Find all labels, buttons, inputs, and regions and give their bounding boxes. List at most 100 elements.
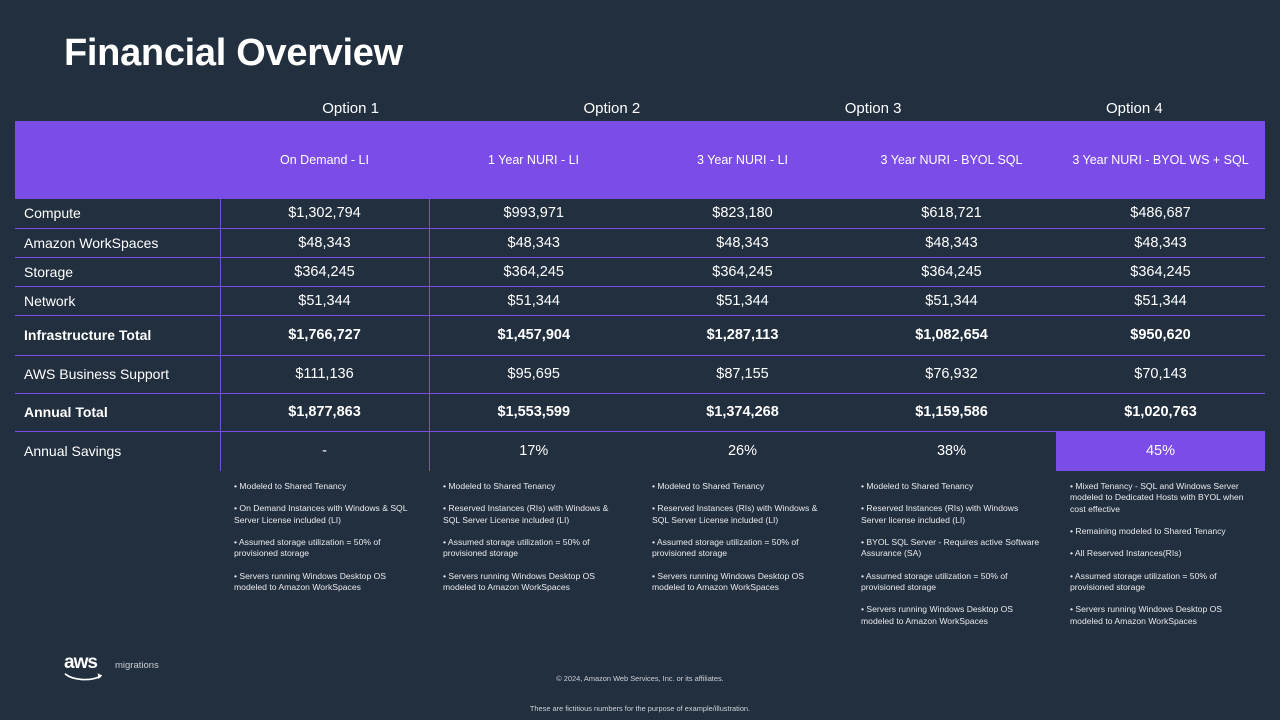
row-label: Network bbox=[15, 285, 221, 315]
note-item: • Remaining modeled to Shared Tenancy bbox=[1070, 526, 1226, 537]
table-row: AWS Business Support $111,136 $95,695 $8… bbox=[15, 354, 1265, 393]
cell-value: $70,143 bbox=[1056, 354, 1265, 393]
option-tag: Option 3 bbox=[844, 100, 902, 117]
cell-value: $51,344 bbox=[638, 285, 847, 315]
cell-value: $76,932 bbox=[847, 354, 1056, 393]
option-tag: Option 1 bbox=[322, 100, 379, 117]
cell-value: - bbox=[220, 430, 430, 471]
notes-column-1: • Modeled to Shared Tenancy • On Demand … bbox=[220, 481, 429, 651]
cell-value: $51,344 bbox=[847, 285, 1056, 315]
scenario-header: 3 Year NURI - BYOL SQL bbox=[880, 153, 1023, 167]
assumption-notes: • Modeled to Shared Tenancy • On Demand … bbox=[220, 481, 1265, 651]
notes-column-4: • Modeled to Shared Tenancy • Reserved I… bbox=[847, 481, 1056, 651]
note-item: • Reserved Instances (RIs) with Windows … bbox=[443, 503, 609, 525]
cell-value: 26% bbox=[638, 430, 847, 471]
aws-wordmark: aws bbox=[64, 652, 98, 673]
cell-value: $51,344 bbox=[429, 285, 638, 315]
note-item: • Reserved Instances (RIs) with Windows … bbox=[861, 503, 1019, 525]
cell-value: $1,159,586 bbox=[847, 392, 1056, 431]
note-item: • Assumed storage utilization = 50% of p… bbox=[1070, 570, 1217, 593]
row-label: AWS Business Support bbox=[15, 354, 221, 393]
scenario-header: 1 Year NURI - LI bbox=[487, 153, 579, 167]
row-label: Amazon WorkSpaces bbox=[15, 227, 221, 257]
notes-column-3: • Modeled to Shared Tenancy • Reserved I… bbox=[638, 481, 847, 651]
table-row-annual-savings: Annual Savings - 17% 26% 38% 45% bbox=[15, 430, 1265, 471]
note-item: • Modeled to Shared Tenancy bbox=[652, 481, 765, 491]
row-label: Storage bbox=[15, 256, 221, 286]
cell-value: $1,302,794 bbox=[220, 199, 430, 228]
note-item: • All Reserved Instances(RIs) bbox=[1070, 548, 1182, 559]
cell-value: $1,877,863 bbox=[220, 392, 430, 431]
cell-value: $1,020,763 bbox=[1056, 392, 1265, 431]
row-label: Annual Savings bbox=[15, 430, 221, 471]
cell-value: $51,344 bbox=[220, 285, 430, 315]
table-row: Amazon WorkSpaces $48,343 $48,343 $48,34… bbox=[15, 227, 1265, 257]
table-row-infrastructure-total: Infrastructure Total $1,766,727 $1,457,9… bbox=[15, 314, 1265, 355]
cell-value: $486,687 bbox=[1130, 205, 1191, 222]
cell-value: $364,245 bbox=[1056, 256, 1265, 286]
cell-value-highlighted: 45% bbox=[1056, 430, 1265, 471]
notes-column-2: • Modeled to Shared Tenancy • Reserved I… bbox=[429, 481, 638, 651]
note-item: • Assumed storage utilization = 50% of p… bbox=[234, 537, 381, 559]
note-item: • Servers running Windows Desktop OS mod… bbox=[1070, 604, 1223, 626]
option-tag: Option 2 bbox=[583, 100, 641, 117]
note-item: • BYOL SQL Server - Requires active Soft… bbox=[861, 537, 1040, 559]
note-item: • On Demand Instances with Windows & SQL… bbox=[234, 503, 408, 525]
cell-value: $364,245 bbox=[429, 256, 638, 286]
note-item: • Assumed storage utilization = 50% of p… bbox=[652, 537, 799, 559]
cell-value: $1,457,904 bbox=[429, 314, 638, 355]
cell-value: $1,287,113 bbox=[638, 314, 847, 355]
row-label: Infrastructure Total bbox=[15, 314, 221, 355]
note-item: • Modeled to Shared Tenancy bbox=[443, 481, 556, 491]
cell-value: $823,180 bbox=[712, 205, 773, 222]
copyright-text: © 2024, Amazon Web Services, Inc. or its… bbox=[556, 674, 724, 683]
financial-table: Compute $1,302,794 $993,971 $823,180 $61… bbox=[15, 199, 1265, 471]
table-row-annual-total: Annual Total $1,877,863 $1,553,599 $1,37… bbox=[15, 392, 1265, 431]
cell-value: $364,245 bbox=[847, 256, 1056, 286]
cell-value: $111,136 bbox=[220, 354, 430, 393]
cell-value: $618,721 bbox=[921, 205, 982, 222]
cell-value: $48,343 bbox=[1056, 227, 1265, 257]
note-item: • Mixed Tenancy - SQL and Windows Server… bbox=[1070, 481, 1244, 514]
cell-value: $48,343 bbox=[847, 227, 1056, 257]
option-tag: Option 4 bbox=[1106, 100, 1163, 117]
note-item: • Modeled to Shared Tenancy bbox=[234, 481, 347, 491]
option-tag-strip: Option 1 Option 2 Option 3 Option 4 bbox=[220, 97, 1265, 121]
table-header-band: On Demand - LI 1 Year NURI - LI 3 Year N… bbox=[15, 121, 1265, 199]
cell-value: $950,620 bbox=[1056, 314, 1265, 355]
note-item: • Servers running Windows Desktop OS mod… bbox=[234, 570, 387, 593]
scenario-header: On Demand - LI bbox=[280, 153, 369, 167]
table-row: Network $51,344 $51,344 $51,344 $51,344 … bbox=[15, 285, 1265, 315]
note-item: • Servers running Windows Desktop OS mod… bbox=[443, 570, 596, 593]
cell-value: $48,343 bbox=[429, 227, 638, 257]
cell-value: $1,766,727 bbox=[220, 314, 430, 355]
aws-logo-sublabel: migrations bbox=[115, 660, 159, 671]
note-item: • Reserved Instances (RIs) with Windows … bbox=[652, 503, 818, 525]
cell-value: 38% bbox=[847, 430, 1056, 471]
cell-value: $364,245 bbox=[638, 256, 847, 286]
notes-column-5: • Mixed Tenancy - SQL and Windows Server… bbox=[1056, 481, 1265, 651]
scenario-header: 3 Year NURI - BYOL WS + SQL bbox=[1072, 153, 1249, 167]
table-row: Storage $364,245 $364,245 $364,245 $364,… bbox=[15, 256, 1265, 286]
cell-value: $1,374,268 bbox=[638, 392, 847, 431]
cell-value: $1,082,654 bbox=[847, 314, 1056, 355]
note-item: • Modeled to Shared Tenancy bbox=[861, 481, 974, 491]
note-item: • Assumed storage utilization = 50% of p… bbox=[443, 537, 590, 559]
row-label: Annual Total bbox=[15, 392, 221, 431]
cell-value: $51,344 bbox=[1056, 285, 1265, 315]
disclaimer-text: These are fictitious numbers for the pur… bbox=[529, 704, 751, 713]
cell-value: 17% bbox=[429, 430, 638, 471]
cell-value: $993,971 bbox=[503, 205, 564, 222]
cell-value: $1,553,599 bbox=[429, 392, 638, 431]
cell-value: $95,695 bbox=[429, 354, 638, 393]
cell-value: $48,343 bbox=[220, 227, 430, 257]
scenario-header: 3 Year NURI - LI bbox=[696, 153, 788, 167]
note-item: • Servers running Windows Desktop OS mod… bbox=[861, 604, 1014, 626]
cell-value: $87,155 bbox=[638, 354, 847, 393]
note-item: • Servers running Windows Desktop OS mod… bbox=[652, 570, 805, 593]
page-title: Financial Overview bbox=[64, 32, 403, 74]
note-item: • Assumed storage utilization = 50% of p… bbox=[861, 570, 1008, 593]
table-row: Compute $1,302,794 $993,971 $823,180 $61… bbox=[15, 199, 1265, 228]
cell-value: $364,245 bbox=[220, 256, 430, 286]
row-label: Compute bbox=[15, 199, 221, 228]
